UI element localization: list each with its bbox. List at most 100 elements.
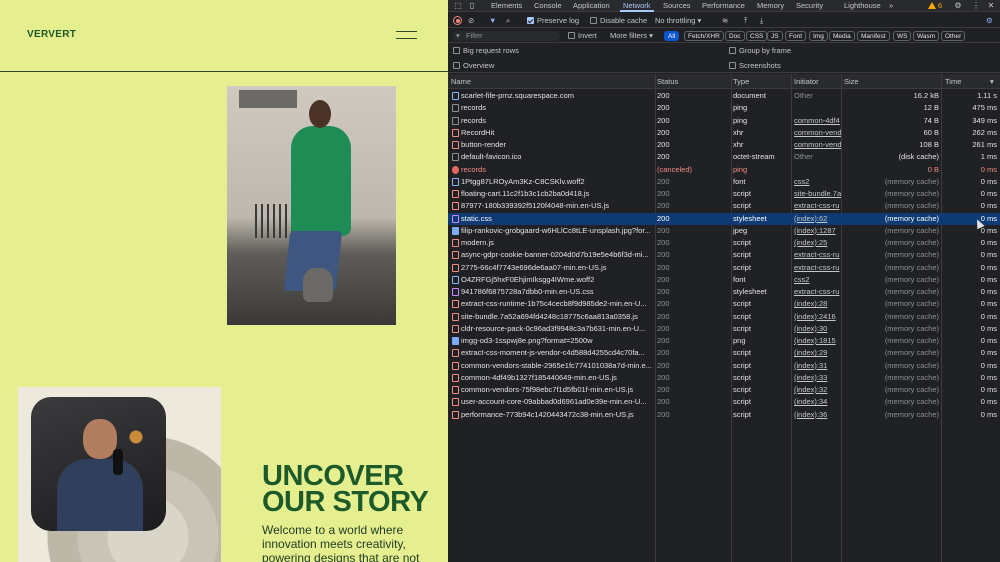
search-icon[interactable]: ⌕ (506, 13, 510, 28)
filter-type-other[interactable]: Other (941, 31, 966, 41)
request-row[interactable]: cldr-resource-pack-0c96ad3f9948c3a7b631-… (448, 323, 1000, 335)
request-initiator[interactable]: (index):33 (794, 372, 841, 384)
column-header-time[interactable]: Time (945, 74, 961, 89)
filter-type-css[interactable]: CSS (746, 31, 768, 41)
warnings-badge[interactable]: 6 (928, 0, 942, 12)
request-row[interactable]: default-favicon.ico 200 octet-stream Other (… (448, 151, 1000, 163)
request-row[interactable]: 2775-66c4f7743e696de6aa07-min.en-US.js 20… (448, 262, 1000, 274)
filter-type-doc[interactable]: Doc (725, 31, 745, 41)
more-filters-dropdown[interactable]: More filters ▾ (610, 29, 653, 43)
request-row[interactable]: 87977-180b339392f5120f4048-min.en-US.js 2… (448, 200, 1000, 212)
filter-type-ws[interactable]: WS (893, 31, 912, 41)
request-initiator[interactable]: css2 (794, 176, 841, 188)
request-initiator[interactable]: (index):62 (794, 213, 841, 225)
request-initiator[interactable]: (index):36 (794, 409, 841, 421)
column-header-type[interactable]: Type (733, 74, 749, 89)
menu-icon[interactable] (396, 31, 417, 39)
request-initiator[interactable]: (index):1287 (794, 225, 841, 237)
request-row[interactable]: records 200 ping common-4df4 74 B 349 ms (448, 115, 1000, 127)
filter-type-all[interactable]: All (664, 31, 680, 41)
tab-lighthouse[interactable]: Lighthouse (844, 0, 881, 12)
kebab-menu-icon[interactable]: ⋮ (971, 1, 981, 11)
request-initiator[interactable]: extract-css-ru (794, 249, 841, 261)
column-header-initiator[interactable]: Initiator (794, 74, 819, 89)
record-button[interactable] (453, 13, 462, 28)
request-row[interactable]: imgg-od3-1sspwj8e.png?format=2500w 200 png… (448, 335, 1000, 347)
request-initiator[interactable]: site-bundle.7a (794, 188, 841, 200)
request-initiator[interactable]: (index):31 (794, 360, 841, 372)
tab-network[interactable]: Network (620, 0, 653, 12)
column-header-size[interactable]: Size (844, 74, 859, 89)
filter-type-font[interactable]: Font (785, 31, 807, 41)
filter-input[interactable]: ▾ Filter (452, 31, 560, 41)
network-conditions-icon[interactable]: ≋ (722, 13, 728, 28)
request-row[interactable]: extract-css-moment-js-vendor-c4d588d4255… (448, 347, 1000, 359)
invert-checkbox[interactable]: Invert (568, 29, 597, 43)
big-request-rows-checkbox[interactable]: Big request rows (453, 45, 519, 57)
tab-application[interactable]: Application (573, 0, 610, 12)
filter-type-js[interactable]: JS (767, 31, 783, 41)
request-initiator[interactable]: extract-css-ru (794, 286, 841, 298)
screenshots-checkbox[interactable]: Screenshots (729, 60, 781, 72)
request-row[interactable]: async-gdpr-cookie-banner-0204d0d7b19e5e4… (448, 249, 1000, 261)
clear-icon[interactable]: ⊘ (468, 13, 474, 28)
request-row[interactable]: records 200 ping 12 B 475 ms (448, 102, 1000, 114)
request-row[interactable]: common-vendors-75f98ebc7f1d5fb01f-min.en… (448, 384, 1000, 396)
request-initiator[interactable]: (index):28 (794, 298, 841, 310)
tab-security[interactable]: Security (796, 0, 823, 12)
throttling-select[interactable]: No throttling ▾ (655, 13, 701, 28)
request-initiator[interactable]: extract-css-ru (794, 200, 841, 212)
filter-type-img[interactable]: Img (809, 31, 828, 41)
device-toolbar-icon[interactable]: ▯ (467, 1, 477, 11)
tab-elements[interactable]: Elements (491, 0, 522, 12)
request-row[interactable]: 941786f6875728a7dbb0-min.en-US.css 200 sty… (448, 286, 1000, 298)
network-settings-icon[interactable]: ⚙ (986, 13, 993, 28)
request-initiator[interactable]: common-vend (794, 139, 841, 151)
request-initiator[interactable]: (index):29 (794, 347, 841, 359)
filter-type-manifest[interactable]: Manifest (857, 31, 890, 41)
request-initiator[interactable]: extract-css-ru (794, 262, 841, 274)
site-logo[interactable]: VERVERT (27, 29, 76, 40)
filter-icon[interactable]: ▼ (489, 13, 496, 28)
request-initiator[interactable]: (index):1815 (794, 335, 841, 347)
request-row[interactable]: modern.js 200 script (index):25 (memory cach… (448, 237, 1000, 249)
settings-gear-icon[interactable]: ⚙ (953, 1, 963, 11)
request-row[interactable]: 1Ptgg87LROyAm3Kz-C8CSKlv.woff2 200 font css… (448, 176, 1000, 188)
request-row[interactable]: user-account-core-09abbad0d6961ad0e39e-m… (448, 396, 1000, 408)
request-row[interactable]: site-bundle.7a52a694fd4248c18775c6aa813a… (448, 311, 1000, 323)
request-initiator[interactable]: (index):30 (794, 323, 841, 335)
request-row[interactable]: O4ZRFGj5hxF0EhjimIksgg4IWme.woff2 200 font… (448, 274, 1000, 286)
tab-memory[interactable]: Memory (757, 0, 784, 12)
column-header-name[interactable]: Name (451, 74, 471, 89)
request-initiator[interactable]: css2 (794, 274, 841, 286)
request-row[interactable]: common-4df49b1327f185440649-min.en-US.js… (448, 372, 1000, 384)
request-row[interactable]: common-vendors-stable-2965e1fc774101038a… (448, 360, 1000, 372)
request-initiator[interactable]: common-vend (794, 127, 841, 139)
request-initiator[interactable]: (index):25 (794, 237, 841, 249)
request-row[interactable]: static.css 200 stylesheet (index):62 (memory… (448, 212, 1000, 225)
column-header-status[interactable]: Status (657, 74, 678, 89)
filter-type-fetch-xhr[interactable]: Fetch/XHR (684, 31, 724, 41)
request-row[interactable]: performance-773b94c1420443472c38-min.en-… (448, 409, 1000, 421)
request-row[interactable]: RecordHit 200 xhr common-vend 60 B 262 ms (448, 127, 1000, 139)
request-row[interactable]: button-render 200 xhr common-vend 108 B 261 m… (448, 139, 1000, 151)
request-row[interactable]: filip-rankovic-grobgaard-w6HLlCc8tLE-uns… (448, 225, 1000, 237)
tab-console[interactable]: Console (534, 0, 562, 12)
request-row[interactable]: extract-css-runtime-1b75c4cecb8f9d985de2… (448, 298, 1000, 310)
request-initiator[interactable]: (index):34 (794, 396, 841, 408)
request-row[interactable]: records (canceled) ping 0 B 0 ms (448, 164, 1000, 176)
overview-checkbox[interactable]: Overview (453, 60, 494, 72)
request-row[interactable]: floating-cart.11c2f1b3c1cb2ba0d418.js 200… (448, 188, 1000, 200)
group-by-frame-checkbox[interactable]: Group by frame (729, 45, 791, 57)
preserve-log-checkbox[interactable]: Preserve log (527, 13, 579, 28)
export-har-icon[interactable]: ⤓ (760, 13, 763, 28)
tab-sources[interactable]: Sources (663, 0, 691, 12)
filter-type-media[interactable]: Media (829, 31, 855, 41)
inspect-element-icon[interactable]: ⬚ (453, 1, 463, 11)
close-devtools-icon[interactable]: ✕ (986, 1, 996, 11)
tab-performance[interactable]: Performance (702, 0, 745, 12)
request-initiator[interactable]: (index):2416 (794, 311, 841, 323)
more-tabs-icon[interactable]: » (889, 0, 893, 12)
request-initiator[interactable]: (index):32 (794, 384, 841, 396)
request-row[interactable]: scarlet-fife-prnz.squarespace.com 200 docu… (448, 90, 1000, 102)
